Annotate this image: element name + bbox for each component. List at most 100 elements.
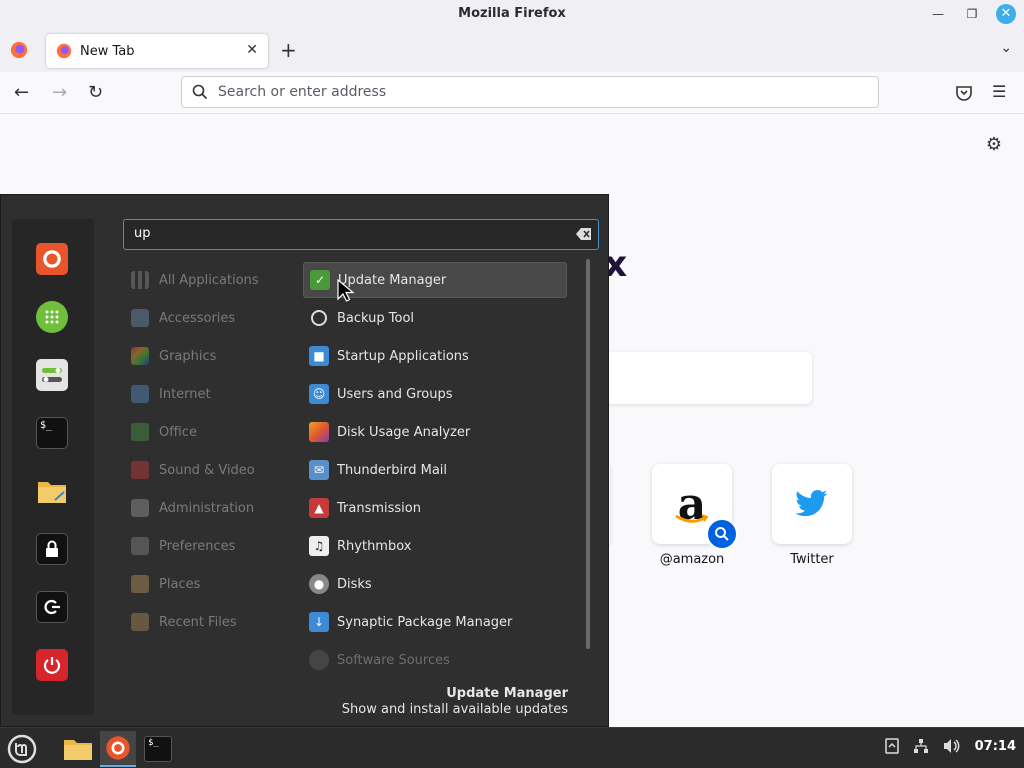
list-all-tabs-icon[interactable]: ⌄ (1000, 40, 1012, 56)
app-backup-tool[interactable]: Backup Tool (303, 300, 567, 336)
category-label: Places (159, 576, 201, 592)
app-label: Software Sources (337, 652, 450, 668)
app-transmission[interactable]: ▲ Transmission (303, 490, 567, 526)
taskbar-firefox-launcher[interactable] (100, 731, 136, 767)
app-label: Users and Groups (337, 386, 453, 402)
app-menu-button[interactable]: ☰ (992, 82, 1006, 101)
category-label: Sound & Video (159, 462, 255, 478)
taskbar-terminal-launcher[interactable]: $_ (140, 731, 176, 767)
app-disk-usage-analyzer[interactable]: Disk Usage Analyzer (303, 414, 567, 450)
favorite-firefox-icon[interactable] (36, 243, 68, 275)
new-tab-button[interactable]: + (280, 38, 297, 62)
category-label: All Applications (159, 272, 259, 288)
minimize-button[interactable]: — (928, 4, 948, 24)
selected-app-description: Show and install available updates (341, 702, 568, 717)
address-input[interactable] (218, 84, 818, 100)
gear-icon[interactable]: ⚙ (986, 134, 1002, 155)
category-graphics[interactable]: Graphics (131, 343, 216, 369)
shortcut-label-amazon: @amazon (659, 552, 725, 567)
volume-icon[interactable] (943, 738, 961, 754)
logout-icon[interactable] (36, 591, 68, 623)
app-label: Transmission (337, 500, 421, 516)
users-icon: ☺ (309, 384, 329, 404)
app-software-sources[interactable]: Software Sources (303, 642, 567, 678)
network-icon[interactable] (913, 738, 929, 754)
favorite-system-settings-icon[interactable] (36, 359, 68, 391)
mouse-cursor-icon (337, 279, 355, 302)
favorite-software-manager-icon[interactable] (36, 301, 68, 333)
app-label: Disks (337, 576, 372, 592)
app-startup-applications[interactable]: ■ Startup Applications (303, 338, 567, 374)
address-bar[interactable] (181, 76, 879, 108)
software-sources-icon (309, 650, 329, 670)
taskbar: $_ 07:14 (0, 727, 1024, 768)
menu-search-input[interactable] (134, 226, 564, 241)
app-users-and-groups[interactable]: ☺ Users and Groups (303, 376, 567, 412)
menu-search-field[interactable] (123, 219, 599, 250)
office-icon (131, 423, 149, 441)
grid-icon (131, 271, 149, 289)
twitter-bird-icon (795, 490, 828, 517)
accessories-icon (131, 309, 149, 327)
search-shortcut-badge-icon (706, 518, 738, 550)
music-note-icon: ♫ (309, 536, 329, 556)
app-label: Thunderbird Mail (337, 462, 448, 478)
category-sound-video[interactable]: Sound & Video (131, 457, 255, 483)
clock[interactable]: 07:14 (975, 739, 1016, 754)
category-preferences[interactable]: Preferences (131, 533, 235, 559)
app-label: Backup Tool (337, 310, 415, 326)
firefox-icon (106, 736, 130, 760)
category-label: Graphics (159, 348, 217, 364)
amazon-smile-icon (675, 514, 709, 523)
clear-search-icon[interactable] (576, 227, 592, 241)
back-button[interactable]: ← (14, 82, 29, 103)
apps-scrollbar[interactable] (586, 259, 590, 649)
firefox-view-icon[interactable] (10, 41, 28, 59)
internet-icon (131, 385, 149, 403)
category-administration[interactable]: Administration (131, 495, 254, 521)
taskbar-files-launcher[interactable] (60, 731, 96, 767)
tab-new-tab[interactable]: New Tab ✕ (46, 34, 268, 68)
lock-screen-icon[interactable] (36, 533, 68, 565)
app-rhythmbox[interactable]: ♫ Rhythmbox (303, 528, 567, 564)
startup-icon: ■ (309, 346, 329, 366)
category-label: Preferences (159, 538, 236, 554)
favorite-files-icon[interactable] (36, 475, 68, 507)
app-disks[interactable]: ● Disks (303, 566, 567, 602)
app-label: Synaptic Package Manager (337, 614, 513, 630)
mint-menu-button[interactable] (4, 731, 40, 767)
close-tab-icon[interactable]: ✕ (246, 42, 258, 58)
shortcut-tile-twitter[interactable] (772, 464, 852, 544)
newtab-search-box[interactable] (606, 352, 812, 404)
linux-mint-logo-icon (7, 734, 37, 764)
forward-button[interactable]: → (52, 82, 67, 103)
category-label: Recent Files (159, 614, 237, 630)
search-icon (192, 84, 208, 100)
favorite-terminal-icon[interactable]: $_ (36, 417, 68, 449)
category-recent-files[interactable]: Recent Files (131, 609, 237, 635)
app-thunderbird-mail[interactable]: ✉ Thunderbird Mail (303, 452, 567, 488)
category-label: Administration (159, 500, 255, 516)
category-places[interactable]: Places (131, 571, 200, 597)
app-synaptic-package-manager[interactable]: ↓ Synaptic Package Manager (303, 604, 567, 640)
pocket-icon[interactable] (955, 85, 973, 101)
tab-title: New Tab (80, 43, 135, 59)
category-accessories[interactable]: Accessories (131, 305, 235, 331)
category-label: Office (159, 424, 197, 440)
firefox-tab-icon (56, 43, 72, 59)
update-applet-icon[interactable] (884, 738, 899, 754)
category-office[interactable]: Office (131, 419, 197, 445)
maximize-button[interactable]: ❐ (962, 4, 982, 24)
application-menu: $_ All Applications Accessories Graphics… (0, 194, 609, 727)
reload-button[interactable]: ↻ (88, 82, 103, 103)
disk-usage-icon (309, 422, 329, 442)
close-window-button[interactable]: ✕ (996, 4, 1016, 24)
shutdown-icon[interactable] (36, 649, 68, 681)
category-all-applications[interactable]: All Applications (131, 267, 259, 293)
window-titlebar: Mozilla Firefox — ❐ ✕ (0, 0, 1024, 28)
favorites-panel: $_ (12, 219, 94, 715)
backup-icon (311, 310, 327, 326)
system-tray: 07:14 (884, 738, 1016, 754)
category-internet[interactable]: Internet (131, 381, 211, 407)
shortcut-tile-amazon[interactable]: a (652, 464, 738, 550)
